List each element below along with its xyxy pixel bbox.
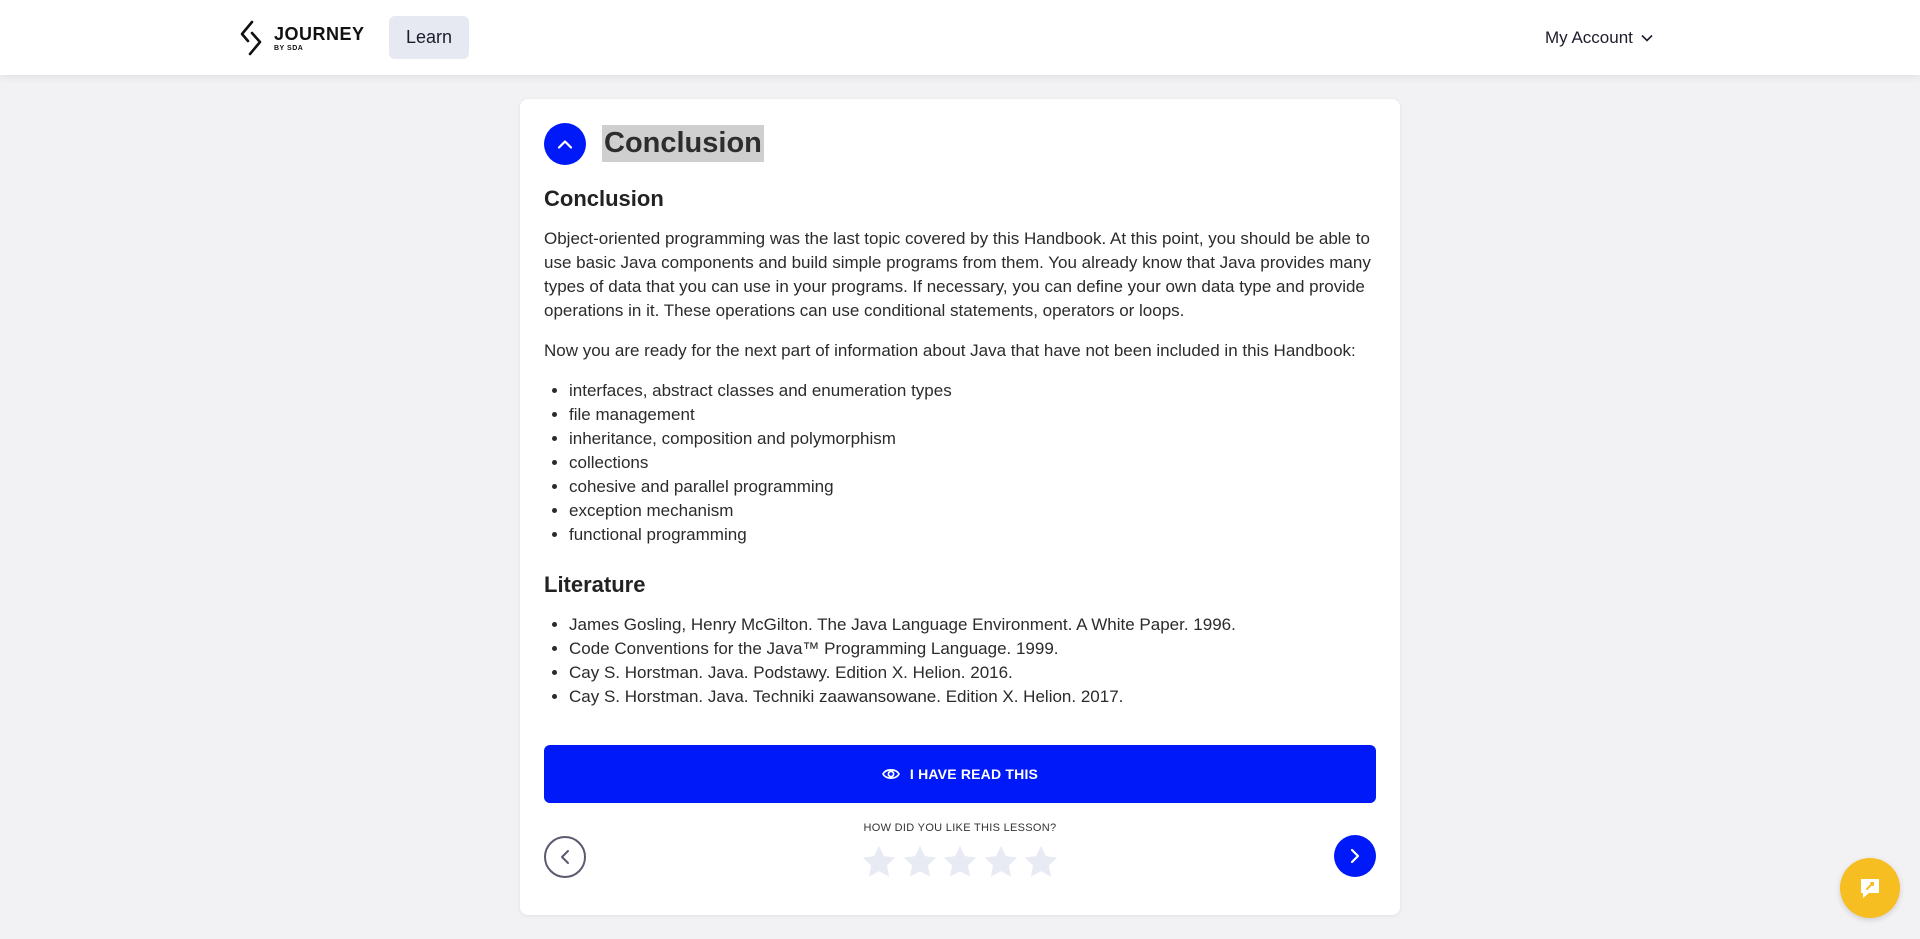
chevron-up-icon xyxy=(557,140,573,149)
topics-list: interfaces, abstract classes and enumera… xyxy=(544,379,1380,547)
read-button-label: I HAVE READ THIS xyxy=(909,766,1039,782)
logo-text: JOURNEY BY SDA xyxy=(274,25,365,52)
star-icon[interactable] xyxy=(901,843,939,881)
list-item: collections xyxy=(569,451,1380,475)
list-item: functional programming xyxy=(569,523,1380,547)
list-item: Cay S. Horstman. Java. Techniki zaawanso… xyxy=(569,685,1380,709)
chat-icon xyxy=(1861,879,1879,898)
top-navigation-bar: JOURNEY BY SDA Learn My Account xyxy=(0,0,1920,75)
collapse-button[interactable] xyxy=(544,123,586,165)
next-lesson-button[interactable] xyxy=(1334,835,1376,877)
list-item: James Gosling, Henry McGilton. The Java … xyxy=(569,613,1380,637)
rating-question: HOW DID YOU LIKE THIS LESSON? xyxy=(863,822,1057,834)
lesson-header-title: Conclusion xyxy=(602,125,764,162)
star-icon[interactable] xyxy=(1022,843,1060,881)
list-item: cohesive and parallel programming xyxy=(569,475,1380,499)
intro-paragraph: Object-oriented programming was the last… xyxy=(544,229,1371,320)
journey-logo[interactable]: JOURNEY BY SDA xyxy=(238,18,365,58)
eye-icon xyxy=(881,769,900,779)
star-icon[interactable] xyxy=(860,843,898,881)
my-account-menu[interactable]: My Account xyxy=(1545,26,1653,50)
next-topics-paragraph: Now you are ready for the next part of i… xyxy=(544,341,1356,360)
previous-lesson-button[interactable] xyxy=(544,836,586,878)
logo-main-text: JOURNEY xyxy=(274,23,365,44)
chevron-down-icon xyxy=(1641,34,1653,42)
chevron-right-icon xyxy=(1350,848,1360,864)
star-icon[interactable] xyxy=(982,843,1020,881)
star-icon[interactable] xyxy=(941,843,979,881)
list-item: exception mechanism xyxy=(569,499,1380,523)
chevron-left-icon xyxy=(561,850,569,864)
i-have-read-this-button[interactable]: I HAVE READ THIS xyxy=(544,745,1376,803)
list-item: inheritance, composition and polymorphis… xyxy=(569,427,1380,451)
list-item: Code Conventions for the Java™ Programmi… xyxy=(569,637,1380,661)
lesson-card: Conclusion Conclusion Object-oriented pr… xyxy=(520,99,1400,915)
list-item: Cay S. Horstman. Java. Podstawy. Edition… xyxy=(569,661,1380,685)
rating-stars xyxy=(860,843,1060,883)
literature-list: James Gosling, Henry McGilton. The Java … xyxy=(544,613,1380,709)
list-item: interfaces, abstract classes and enumera… xyxy=(569,379,1380,403)
section-title: Conclusion xyxy=(544,186,664,211)
logo-icon xyxy=(240,20,262,56)
list-item: file management xyxy=(569,403,1380,427)
my-account-label: My Account xyxy=(1545,28,1633,47)
chat-button[interactable] xyxy=(1840,858,1900,918)
literature-title: Literature xyxy=(544,572,646,597)
lesson-content: Conclusion Object-oriented programming w… xyxy=(544,185,1380,733)
learn-button[interactable]: Learn xyxy=(389,16,469,59)
logo-sub-text: BY SDA xyxy=(274,44,304,52)
